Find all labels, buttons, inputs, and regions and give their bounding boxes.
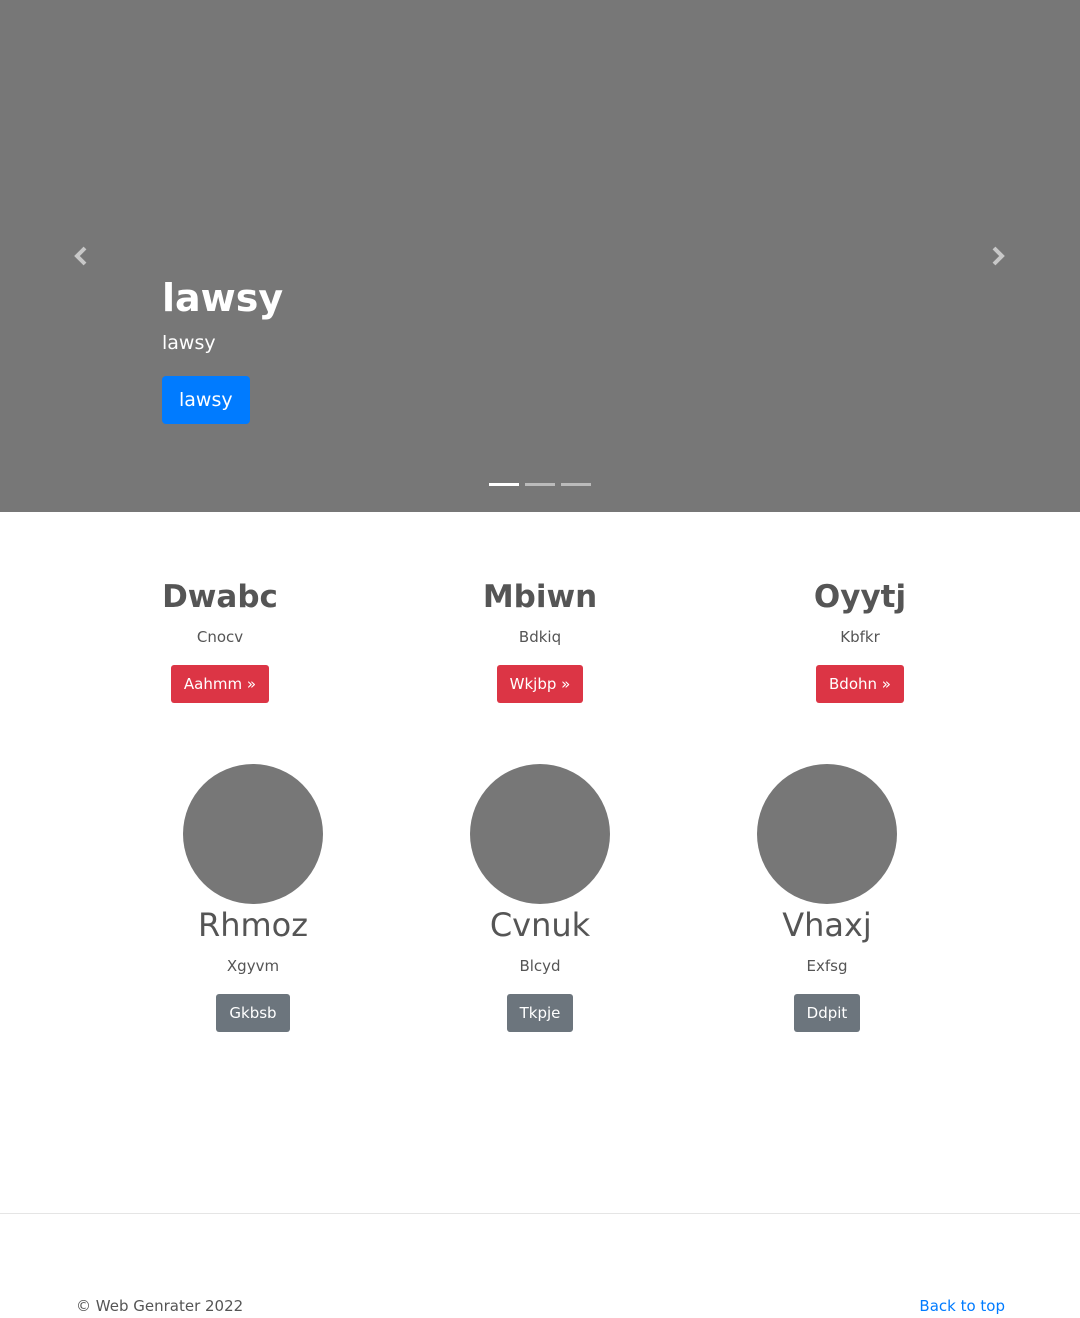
back-to-top-link[interactable]: Back to top xyxy=(919,1296,1005,1316)
avatar xyxy=(183,764,323,904)
carousel-indicator-3[interactable] xyxy=(561,483,591,486)
person-button[interactable]: Tkpje xyxy=(506,994,574,1032)
feature-card: Mbiwn Bdkiq Wkjbp » xyxy=(420,577,660,703)
chevron-left-icon xyxy=(74,246,87,266)
person-button[interactable]: Ddpit xyxy=(793,994,861,1032)
person-button[interactable]: Gkbsb xyxy=(216,994,290,1032)
feature-button[interactable]: Bdohn » xyxy=(816,665,904,703)
person-card: Vhaxj Exfsg Ddpit xyxy=(707,764,947,1032)
carousel-text: lawsy xyxy=(162,332,216,354)
carousel-indicators xyxy=(489,483,591,486)
carousel-indicator-1[interactable] xyxy=(489,483,519,486)
person-name: Vhaxj xyxy=(782,906,872,944)
carousel-indicator-2[interactable] xyxy=(525,483,555,486)
carousel-cta-button[interactable]: lawsy xyxy=(162,376,250,424)
person-card: Rhmoz Xgyvm Gkbsb xyxy=(133,764,373,1032)
carousel-prev-button[interactable] xyxy=(66,240,96,272)
feature-card: Dwabc Cnocv Aahmm » xyxy=(100,577,340,703)
feature-heading: Mbiwn xyxy=(482,579,598,615)
feature-button[interactable]: Aahmm » xyxy=(170,665,270,703)
person-text: Xgyvm xyxy=(226,957,280,975)
person-text: Blcyd xyxy=(519,957,561,975)
footer-divider xyxy=(0,1213,1080,1214)
person-name: Rhmoz xyxy=(197,906,309,944)
feature-heading: Dwabc xyxy=(162,579,278,615)
feature-text: Kbfkr xyxy=(840,628,880,646)
person-text: Exfsg xyxy=(806,957,848,975)
feature-text: Bdkiq xyxy=(518,628,562,646)
avatar xyxy=(757,764,897,904)
person-name: Cvnuk xyxy=(489,906,591,944)
chevron-right-icon xyxy=(992,246,1005,266)
hero-carousel: lawsy lawsy lawsy xyxy=(0,0,1080,512)
footer-copyright: © Web Genrater 2022 xyxy=(76,1297,244,1315)
feature-text: Cnocv xyxy=(196,628,244,646)
carousel-title: lawsy xyxy=(162,276,284,320)
feature-button[interactable]: Wkjbp » xyxy=(496,665,584,703)
feature-heading: Oyytj xyxy=(813,579,907,615)
avatar xyxy=(470,764,610,904)
feature-card: Oyytj Kbfkr Bdohn » xyxy=(740,577,980,703)
person-card: Cvnuk Blcyd Tkpje xyxy=(420,764,660,1032)
carousel-next-button[interactable] xyxy=(983,240,1013,272)
